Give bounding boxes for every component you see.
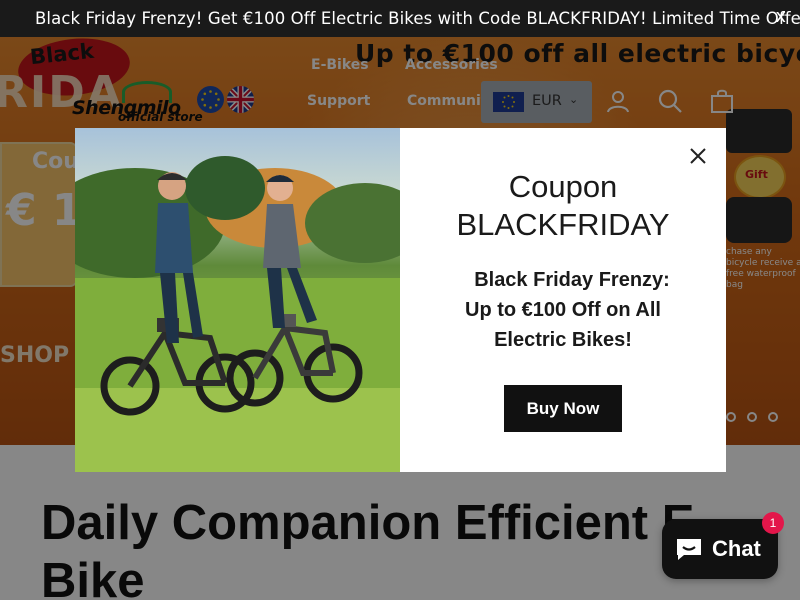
couple-riding-ebikes-image xyxy=(75,128,400,472)
popup-title-line2: BLACKFRIDAY xyxy=(456,207,670,242)
popup-body-line3: Electric Bikes! xyxy=(494,329,632,351)
announcement-bar: Black Friday Frenzy! Get €100 Off Electr… xyxy=(0,0,800,37)
popup-body-line2: Up to €100 Off on All xyxy=(465,299,661,321)
popup-body: Black Friday Frenzy: Up to €100 Off on A… xyxy=(400,265,726,355)
announcement-close-icon[interactable]: x xyxy=(775,8,786,26)
coupon-popup: Coupon BLACKFRIDAY Black Friday Frenzy: … xyxy=(75,128,726,472)
chat-notification-badge: 1 xyxy=(762,512,784,534)
popup-body-line1: Black Friday Frenzy: xyxy=(474,269,670,291)
popup-title-line1: Coupon xyxy=(508,169,618,204)
chat-label: Chat xyxy=(712,536,761,561)
buy-now-button[interactable]: Buy Now xyxy=(504,385,622,432)
chat-button[interactable]: Chat xyxy=(662,519,778,579)
chat-bubble-icon xyxy=(674,536,704,562)
popup-title: Coupon BLACKFRIDAY xyxy=(400,168,726,244)
close-icon[interactable] xyxy=(687,145,709,167)
announcement-text[interactable]: Black Friday Frenzy! Get €100 Off Electr… xyxy=(35,9,800,28)
